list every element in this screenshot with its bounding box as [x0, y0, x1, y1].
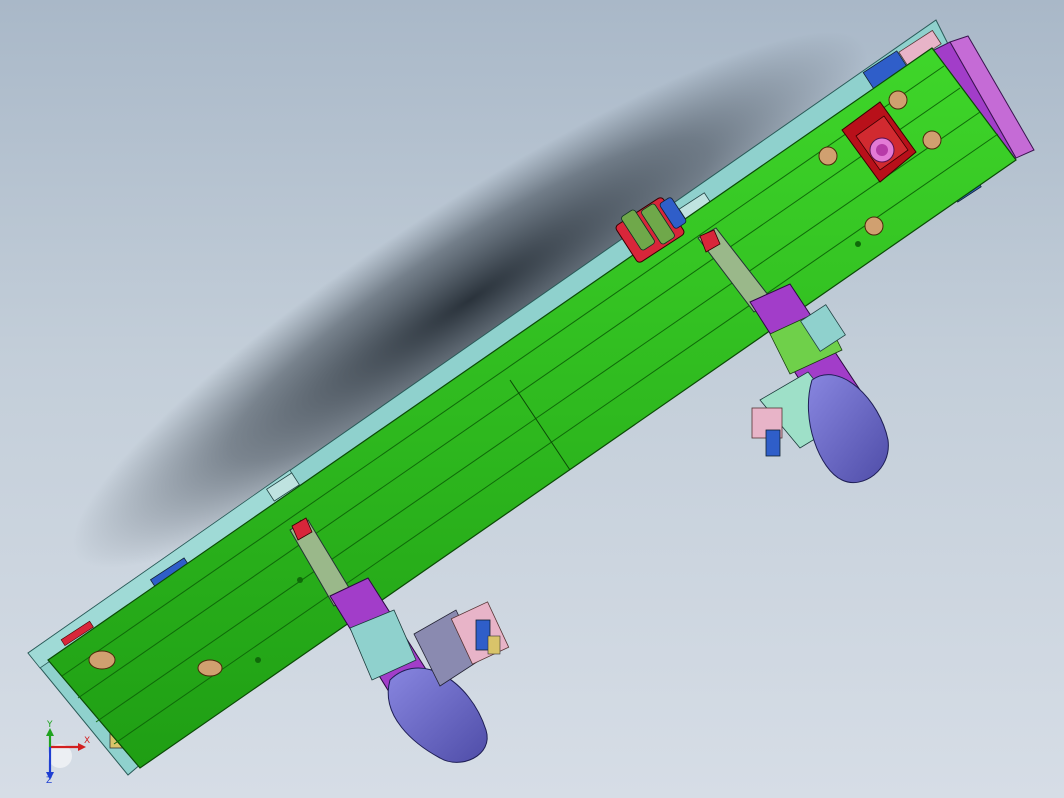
x-axis-label: X	[84, 736, 91, 746]
graphics-viewport[interactable]: X Y Z	[0, 0, 1064, 798]
y-axis-label: Y	[47, 720, 53, 730]
triad-graphic	[46, 728, 86, 780]
cad-model-scene[interactable]	[0, 0, 1064, 798]
coordinate-triad[interactable]: X Y Z	[34, 720, 104, 786]
z-axis-label: Z	[46, 776, 53, 786]
